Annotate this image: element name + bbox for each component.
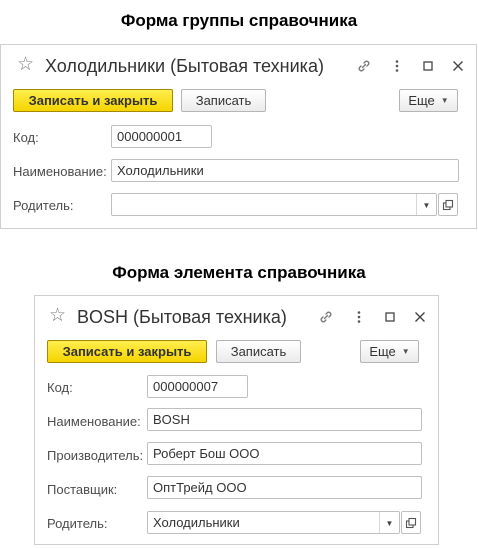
supplier-value: ОптТрейд ООО [153, 480, 247, 495]
name-value: BOSH [153, 412, 190, 427]
star-icon[interactable]: ☆ [17, 55, 34, 74]
parent-label: Родитель: [47, 516, 108, 531]
save-and-close-label: Записать и закрыть [28, 93, 158, 108]
save-and-close-button[interactable]: Записать и закрыть [13, 89, 173, 112]
more-button[interactable]: Еще ▼ [399, 89, 458, 112]
element-form-title: BOSH (Бытовая техника) [77, 307, 287, 327]
group-form-titlebar: ☆ Холодильники (Бытовая техника) [1, 45, 476, 79]
supplier-field[interactable]: ОптТрейд ООО [147, 476, 422, 499]
dropdown-arrow-icon[interactable]: ▼ [379, 512, 399, 533]
maximize-icon[interactable] [382, 309, 398, 325]
manufacturer-value: Роберт Бош ООО [153, 446, 260, 461]
name-label: Наименование: [13, 164, 107, 179]
code-field[interactable]: 000000001 [111, 125, 212, 148]
save-and-close-button[interactable]: Записать и закрыть [47, 340, 207, 363]
dropdown-arrow-icon[interactable]: ▼ [416, 194, 436, 215]
group-form-title: Холодильники (Бытовая техника) [45, 56, 324, 76]
manufacturer-field[interactable]: Роберт Бош ООО [147, 442, 422, 465]
more-button[interactable]: Еще ▼ [360, 340, 419, 363]
open-icon[interactable] [438, 193, 458, 216]
group-form-caption: Форма группы справочника [120, 11, 358, 30]
element-form-caption: Форма элемента справочника [112, 263, 366, 282]
name-value: Холодильники [117, 163, 204, 178]
link-icon[interactable] [356, 58, 372, 74]
save-and-close-label: Записать и закрыть [62, 344, 192, 359]
parent-field[interactable]: ▼ [111, 193, 437, 216]
name-label: Наименование: [47, 414, 141, 429]
name-field[interactable]: Холодильники [111, 159, 459, 182]
code-value: 000000001 [117, 129, 183, 144]
close-icon[interactable] [412, 309, 428, 325]
link-icon[interactable] [318, 309, 334, 325]
more-label: Еще [369, 344, 396, 359]
code-field[interactable]: 000000007 [147, 375, 248, 398]
save-button[interactable]: Записать [216, 340, 301, 363]
element-form-titlebar: ☆ BOSH (Бытовая техника) [35, 296, 438, 330]
manufacturer-label: Производитель: [47, 448, 144, 463]
more-vertical-icon[interactable] [389, 58, 405, 74]
chevron-down-icon: ▼ [401, 347, 410, 356]
more-label: Еще [408, 93, 435, 108]
open-icon[interactable] [401, 511, 421, 534]
parent-field[interactable]: Холодильники ▼ [147, 511, 400, 534]
parent-value: Холодильники [153, 515, 240, 530]
more-vertical-icon[interactable] [351, 309, 367, 325]
group-form-window: ☆ Холодильники (Бытовая техника) Записат… [0, 44, 477, 229]
code-value: 000000007 [153, 379, 219, 394]
chevron-down-icon: ▼ [440, 96, 449, 105]
code-label: Код: [47, 380, 73, 395]
element-form-window: ☆ BOSH (Бытовая техника) Записать и закр… [34, 295, 439, 545]
supplier-label: Поставщик: [47, 482, 118, 497]
save-label: Записать [195, 93, 252, 108]
star-icon[interactable]: ☆ [49, 306, 66, 325]
save-button[interactable]: Записать [181, 89, 266, 112]
close-icon[interactable] [450, 58, 466, 74]
save-label: Записать [230, 344, 287, 359]
parent-label: Родитель: [13, 198, 74, 213]
maximize-icon[interactable] [420, 58, 436, 74]
code-label: Код: [13, 130, 39, 145]
name-field[interactable]: BOSH [147, 408, 422, 431]
